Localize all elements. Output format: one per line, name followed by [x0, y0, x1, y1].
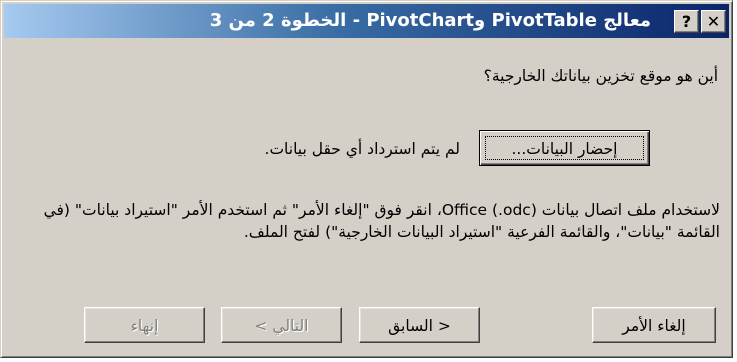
finish-button: إنهاء: [84, 307, 205, 343]
close-icon: ✕: [706, 12, 721, 31]
next-button: التالي >: [221, 307, 342, 343]
back-button[interactable]: < السابق: [359, 307, 480, 343]
question-label: أين هو موقع تخزين بياناتك الخارجية؟: [483, 67, 718, 85]
help-button[interactable]: ?: [674, 10, 699, 33]
dialog-body: أين هو موقع تخزين بياناتك الخارجية؟ إحضا…: [1, 41, 732, 357]
status-text: لم يتم استرداد أي حقل بيانات.: [264, 140, 460, 158]
instructions-text: لاستخدام ملف اتصال بيانات Office (.odc)،…: [43, 201, 720, 241]
get-data-button[interactable]: إحضار البيانات...: [479, 130, 650, 166]
window-title: معالج PivotTable وPivotChart - الخطوة 2 …: [209, 10, 651, 31]
cancel-button[interactable]: إلغاء الأمر: [592, 307, 716, 343]
close-button[interactable]: ✕: [701, 10, 726, 33]
get-data-label: إحضار البيانات...: [485, 136, 644, 160]
title-bar[interactable]: ✕ ? معالج PivotTable وPivotChart - الخطو…: [4, 4, 729, 38]
pivot-wizard-dialog: ✕ ? معالج PivotTable وPivotChart - الخطو…: [0, 0, 733, 358]
help-icon: ?: [681, 12, 692, 31]
